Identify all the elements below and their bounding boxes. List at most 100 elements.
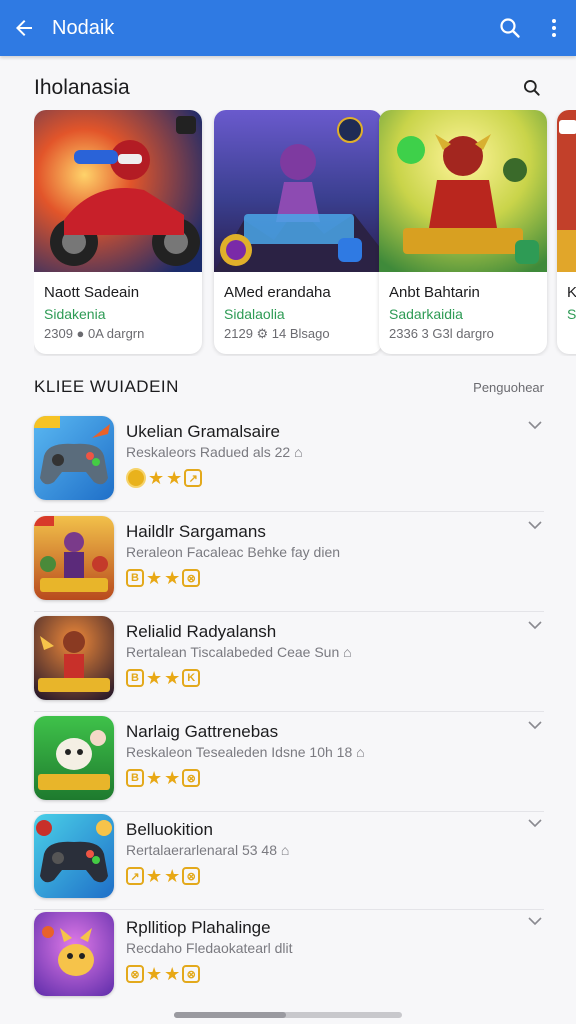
star-icon: ★ bbox=[164, 568, 181, 588]
game-icon bbox=[34, 616, 114, 700]
list-item[interactable]: Relialid Radyalansh Rertalean Tiscalabed… bbox=[34, 612, 544, 712]
card-meta: 2336 3 G3l dargro bbox=[389, 326, 494, 341]
rating: B ★ ★ ⊗ bbox=[126, 568, 201, 588]
game-icon bbox=[34, 912, 114, 996]
list-side-label[interactable]: Penguohear bbox=[473, 380, 544, 395]
card-title: AMed erandaha bbox=[224, 284, 331, 301]
list-item-title: Haildlr Sargamans bbox=[126, 522, 266, 541]
rating: B ★ ★ ⊗ bbox=[126, 768, 201, 788]
game-artwork bbox=[557, 110, 576, 272]
badge-icon: ↗ bbox=[126, 867, 144, 885]
search-icon bbox=[524, 80, 540, 96]
rating: ★ ★ ↗ bbox=[126, 468, 203, 488]
star-icon: ★ bbox=[164, 668, 181, 688]
badge-icon: ⊗ bbox=[182, 965, 201, 983]
chevron-down-icon bbox=[528, 620, 542, 629]
list-item-subtitle: Reraleon Facaleac Behke fay dien bbox=[126, 544, 341, 560]
badge-icon: ↗ bbox=[184, 469, 203, 487]
featured-search-button[interactable] bbox=[518, 74, 546, 102]
expand-button[interactable] bbox=[526, 914, 544, 928]
game-icon bbox=[34, 516, 114, 600]
rating: B ★ ★ K bbox=[126, 668, 201, 688]
game-icon bbox=[34, 814, 114, 898]
arrow-left-icon bbox=[16, 20, 32, 36]
expand-button[interactable] bbox=[526, 518, 544, 532]
game-artwork bbox=[379, 110, 547, 272]
card-meta: 2309 ● 0A dargrn bbox=[44, 326, 145, 341]
expand-button[interactable] bbox=[526, 418, 544, 432]
app-bar-title: Nodaik bbox=[52, 16, 115, 39]
star-icon: ★ bbox=[146, 964, 163, 984]
list-item-subtitle: Rertalaerarlenaral 53 48 ⌂ bbox=[126, 842, 290, 858]
expand-button[interactable] bbox=[526, 718, 544, 732]
chevron-down-icon bbox=[528, 916, 542, 925]
expand-button[interactable] bbox=[526, 816, 544, 830]
featured-card[interactable]: Anbt Bahtarin Sadarkaidia 2336 3 G3l dar… bbox=[379, 110, 547, 354]
card-title: Ks bbox=[567, 284, 576, 301]
star-icon: ★ bbox=[146, 568, 163, 588]
list-item[interactable]: Belluokition Rertalaerarlenaral 53 48 ⌂ … bbox=[34, 810, 544, 910]
featured-card[interactable]: Naott Sadeain Sidakenia 2309 ● 0A dargrn bbox=[34, 110, 202, 354]
list-item-title: Narlaig Gattrenebas bbox=[126, 722, 279, 741]
badge-icon: ⊗ bbox=[182, 769, 201, 787]
more-options-button[interactable] bbox=[532, 0, 576, 56]
featured-card[interactable]: Ks Sa bbox=[557, 110, 576, 354]
game-icon bbox=[34, 416, 114, 500]
badge-icon: K bbox=[182, 669, 201, 687]
star-icon: ★ bbox=[148, 468, 165, 488]
search-icon bbox=[500, 18, 520, 38]
list-item-title: Relialid Radyalansh bbox=[126, 622, 277, 641]
list-item[interactable]: Narlaig Gattrenebas Reskaleon Tesealeden… bbox=[34, 712, 544, 812]
list-section-header: KLIEE WUIADEIN Penguohear bbox=[34, 376, 544, 398]
star-icon: ★ bbox=[146, 668, 163, 688]
card-title: Naott Sadeain bbox=[44, 284, 140, 301]
game-artwork bbox=[214, 110, 382, 272]
list-heading: KLIEE WUIADEIN bbox=[34, 377, 179, 396]
card-developer: Sidakenia bbox=[44, 306, 106, 322]
star-icon: ★ bbox=[146, 768, 163, 788]
list-item[interactable]: Haildlr Sargamans Reraleon Facaleac Behk… bbox=[34, 512, 544, 612]
scroll-indicator[interactable] bbox=[174, 1012, 402, 1018]
card-developer: Sa bbox=[567, 306, 576, 322]
more-vert-icon bbox=[552, 19, 556, 37]
list-item[interactable]: Rpllitiop Plahalinge Recdaho Fledaokatea… bbox=[34, 908, 544, 1008]
badge-icon: B bbox=[126, 669, 144, 687]
search-button[interactable] bbox=[488, 0, 532, 56]
card-developer: Sadarkaidia bbox=[389, 306, 463, 322]
badge-icon: B bbox=[126, 569, 144, 587]
featured-carousel[interactable]: Naott Sadeain Sidakenia 2309 ● 0A dargrn… bbox=[34, 110, 576, 356]
coin-icon bbox=[126, 468, 146, 488]
game-icon bbox=[34, 716, 114, 800]
star-icon: ★ bbox=[146, 866, 163, 886]
back-button[interactable] bbox=[2, 0, 46, 56]
list-item-subtitle: Reskaleors Radued als 22 ⌂ bbox=[126, 444, 303, 460]
list-item-subtitle: Reskaleon Tesealeden Idsne 10h 18 ⌂ bbox=[126, 744, 365, 760]
scroll-thumb[interactable] bbox=[174, 1012, 286, 1018]
card-meta: 2129 ⚙ 14 Blsago bbox=[224, 326, 330, 341]
featured-card[interactable]: AMed erandaha Sidalaolia 2129 ⚙ 14 Blsag… bbox=[214, 110, 382, 354]
star-icon: ★ bbox=[164, 768, 181, 788]
game-artwork bbox=[34, 110, 202, 272]
star-icon: ★ bbox=[164, 964, 181, 984]
star-icon: ★ bbox=[166, 468, 183, 488]
card-developer: Sidalaolia bbox=[224, 306, 285, 322]
badge-icon: ⊗ bbox=[182, 569, 201, 587]
list-item-title: Rpllitiop Plahalinge bbox=[126, 918, 271, 937]
list-item-subtitle: Rertalean Tiscalabeded Ceae Sun ⌂ bbox=[126, 644, 352, 660]
list-item-title: Belluokition bbox=[126, 820, 213, 839]
chevron-down-icon bbox=[528, 818, 542, 827]
expand-button[interactable] bbox=[526, 618, 544, 632]
badge-icon: ⊗ bbox=[126, 965, 144, 983]
card-title: Anbt Bahtarin bbox=[389, 284, 480, 301]
chevron-down-icon bbox=[528, 520, 542, 529]
chevron-down-icon bbox=[528, 420, 542, 429]
app-bar: Nodaik bbox=[0, 0, 576, 56]
rating: ⊗ ★ ★ ⊗ bbox=[126, 964, 201, 984]
list-item-subtitle: Recdaho Fledaokatearl dlit bbox=[126, 940, 293, 956]
list-item-title: Ukelian Gramalsaire bbox=[126, 422, 280, 441]
badge-icon: ⊗ bbox=[182, 867, 201, 885]
chevron-down-icon bbox=[528, 720, 542, 729]
list-item[interactable]: Ukelian Gramalsaire Reskaleors Radued al… bbox=[34, 412, 544, 512]
rating: ↗ ★ ★ ⊗ bbox=[126, 866, 201, 886]
badge-icon: B bbox=[126, 769, 144, 787]
